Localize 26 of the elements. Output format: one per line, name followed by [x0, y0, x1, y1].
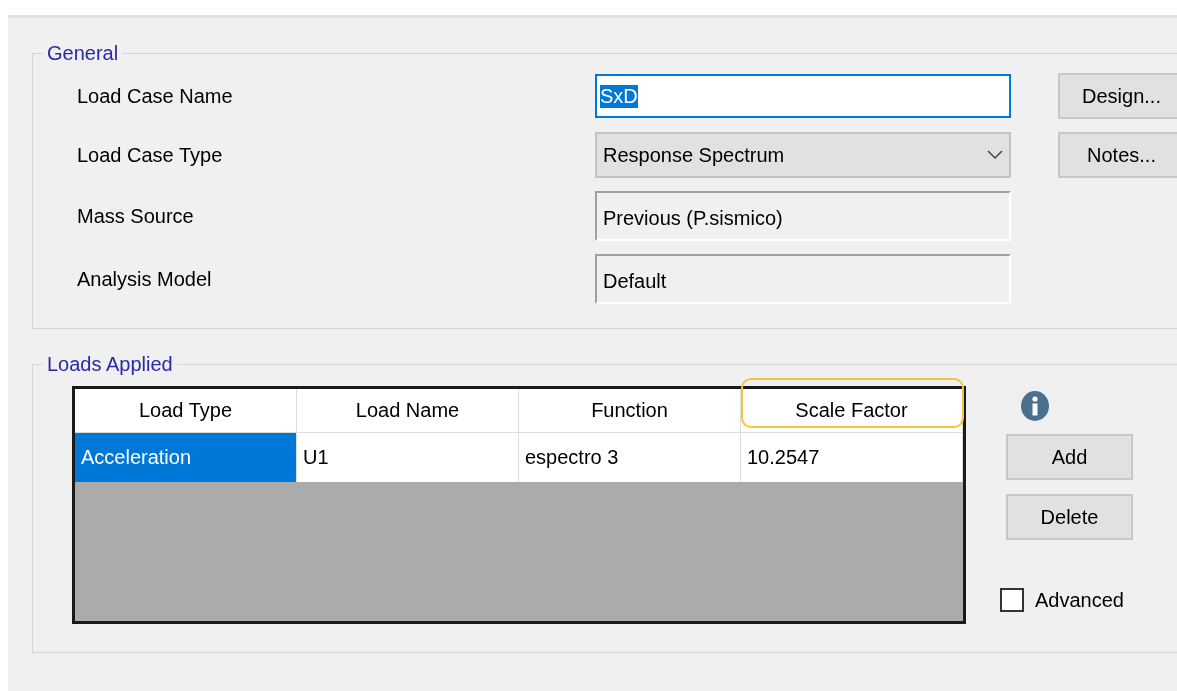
group-title: General	[46, 42, 120, 65]
info-icon[interactable]	[1020, 390, 1050, 422]
table-cell[interactable]: Acceleration	[75, 433, 297, 482]
field-label: Load Case Name	[77, 84, 234, 109]
field-label: Mass Source	[77, 204, 195, 229]
readonly-field: Default	[595, 254, 1011, 304]
table-button[interactable]: Delete	[1006, 494, 1133, 540]
group-title: Loads Applied	[46, 353, 174, 376]
dialog-button[interactable]: Notes...	[1058, 132, 1177, 178]
table-cell[interactable]: espectro 3	[519, 433, 741, 482]
dialog-button[interactable]: Design...	[1058, 73, 1177, 119]
readonly-field: Previous (P.sismico)	[595, 191, 1011, 241]
column-header[interactable]: Load Name	[297, 389, 519, 433]
checkbox-label: Advanced	[1035, 588, 1124, 612]
type-dropdown[interactable]: Response Spectrum	[595, 132, 1011, 178]
field-label: Analysis Model	[77, 267, 213, 292]
column-header[interactable]: Scale Factor	[741, 389, 963, 433]
name-field[interactable]: SxD	[595, 74, 1011, 118]
column-header[interactable]: Function	[519, 389, 741, 433]
advanced-checkbox[interactable]	[1000, 588, 1024, 612]
table-cell[interactable]: U1	[297, 433, 519, 482]
field-label: Load Case Type	[77, 143, 224, 168]
chevron-down-icon	[987, 150, 1003, 160]
table-cell[interactable]: 10.2547	[741, 433, 963, 482]
table-button[interactable]: Add	[1006, 434, 1133, 480]
column-header[interactable]: Load Type	[75, 389, 297, 433]
